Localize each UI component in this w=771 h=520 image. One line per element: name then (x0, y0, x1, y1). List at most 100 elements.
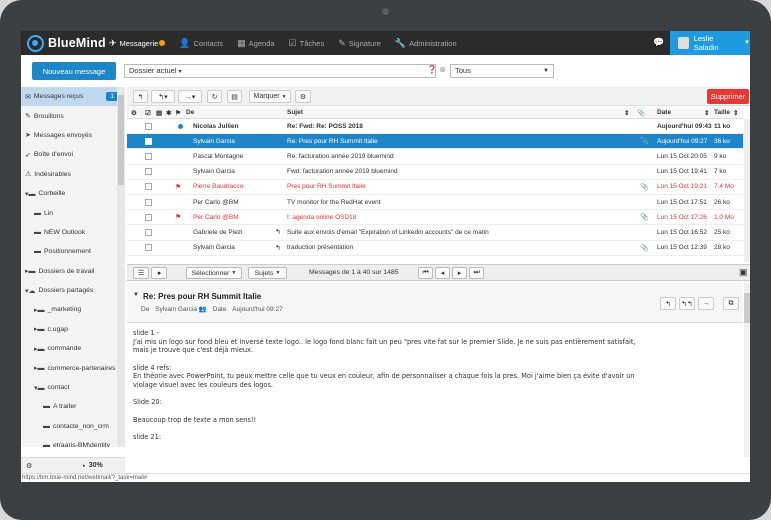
sidebar-item[interactable]: ➶Boîte d'envoi (21, 145, 124, 164)
column-from[interactable]: De (186, 109, 194, 116)
contact-add-icon[interactable]: 👥 (199, 306, 207, 313)
nav-item-contacts[interactable]: 👤Contacts (179, 38, 223, 49)
sidebar-item[interactable]: ▬A traiter (21, 397, 124, 416)
table-row[interactable]: Gabriele de Piezi↰Suite aux envois d'ema… (127, 225, 743, 240)
sidebar-item[interactable]: ▸▬commande (21, 339, 124, 358)
row-checkbox[interactable] (145, 153, 152, 160)
nav-item-calendar[interactable]: ▦Agenda (237, 38, 274, 49)
from-value[interactable]: Sylvain Garcia (155, 306, 197, 313)
row-subject: TV monitor for the RedHat event (287, 199, 381, 206)
reply-all-button[interactable]: ↰▾ (151, 90, 175, 103)
sidebar-item[interactable]: ➤Messages envoyés (21, 126, 124, 145)
open-button[interactable]: ⧉ (723, 297, 739, 310)
row-checkbox[interactable] (145, 168, 152, 175)
table-row[interactable]: Sylvain GarciaRe: Pres pour RH Summit It… (127, 134, 743, 149)
nav-item-pen[interactable]: ✎Signature (338, 38, 381, 49)
refresh-button[interactable]: ↻ (207, 90, 222, 103)
sidebar-scrollbar[interactable] (117, 87, 125, 447)
user-menu[interactable]: Leslie Saladin ▼ (670, 31, 750, 55)
unread-dot-icon[interactable] (178, 124, 183, 129)
collapse-preview-icon[interactable]: ▣ (739, 267, 748, 278)
preview-scrollbar[interactable] (744, 283, 750, 457)
sidebar-item[interactable]: ⚠Indésirables (21, 165, 124, 184)
filter-select[interactable]: Tous ▼ (450, 64, 554, 78)
sidebar-item[interactable]: ▸▬Dossiers de travail (21, 262, 124, 281)
select-all-icon[interactable]: ☑ (145, 109, 151, 117)
reply-button[interactable]: ↰ (133, 90, 148, 103)
table-row[interactable]: Per Carlo @BMTV monitor for the RedHat e… (127, 195, 743, 210)
select-button[interactable]: Sélectionner▼ (186, 267, 242, 279)
scrollbar-thumb[interactable] (118, 95, 124, 185)
mark-button[interactable]: Marquer ▼ (249, 90, 291, 103)
sidebar-item[interactable]: ▸▬c.ugap (21, 320, 124, 339)
chat-icon[interactable]: 💬 (653, 37, 664, 48)
chevron-down-icon[interactable]: ▼ (133, 292, 139, 298)
clear-icon[interactable]: ⊗ (439, 65, 446, 74)
last-page-button[interactable]: ⏭ (469, 267, 484, 279)
sidebar-item[interactable]: ▬Lin (21, 203, 124, 222)
nav-item-send[interactable]: ✈Messagerie (109, 38, 165, 49)
reply-all-button[interactable]: ↰↰ (679, 297, 695, 310)
next-page-button[interactable]: ▸ (452, 267, 467, 279)
prev-page-button[interactable]: ◂ (435, 267, 450, 279)
help-icon[interactable]: ❓ (427, 65, 437, 74)
list-view-button[interactable]: ☰ (133, 267, 149, 279)
app-logo[interactable]: BlueMind (27, 34, 106, 52)
message-list-scrollbar[interactable] (744, 119, 750, 262)
table-row[interactable]: ⚑Pierre BaudraccoPres pour RH Summit Ita… (127, 180, 743, 195)
first-page-button[interactable]: ⏮ (418, 267, 433, 279)
sidebar-item[interactable]: ▾▬contact (21, 378, 124, 397)
table-row[interactable]: Sylvain GarciaFwd: facturation année 201… (127, 165, 743, 180)
table-row[interactable]: Sylvain Garcia↰traduction présentation📎L… (127, 241, 743, 256)
column-subject[interactable]: Sujet (287, 109, 303, 116)
forward-icon: → (703, 300, 710, 307)
thread-view-button[interactable]: ● (151, 267, 167, 279)
column-size[interactable]: Taille (714, 109, 730, 116)
sidebar-item[interactable]: ▸▬commerce-partenaires (21, 358, 124, 377)
row-size: 36 ko (714, 138, 730, 145)
table-row[interactable]: Pascal MontagneRe: facturation année 201… (127, 149, 743, 164)
more-actions-button[interactable]: ⚙ (295, 90, 311, 103)
sidebar-item[interactable]: ▬Positionnement (21, 242, 124, 261)
reply-button[interactable]: ↰ (660, 297, 676, 310)
sidebar-item[interactable]: ✉Messages reçus1 (21, 87, 124, 106)
row-from: Sylvain Garcia (193, 244, 235, 251)
nav-item-tasks[interactable]: ☑Tâches (289, 38, 325, 49)
sidebar-item[interactable]: ▬NEW Outlook (21, 223, 124, 242)
chevron-down-icon: ▼ (231, 270, 236, 276)
mark-label: Marquer (253, 93, 279, 100)
sidebar-item[interactable]: ▬etraaris-BM\dentity (21, 436, 124, 447)
sidebar-item[interactable]: ▬contacte_non_crm (21, 417, 124, 436)
preview-paragraph: Slide 20: (133, 398, 733, 407)
delete-button[interactable]: Supprimer (707, 89, 749, 104)
row-checkbox[interactable] (145, 199, 152, 206)
table-row[interactable]: Nicolas JullienRe: Fwd: Re: POSS 2018Auj… (127, 119, 743, 134)
scrollbar-thumb[interactable] (744, 293, 750, 323)
sidebar-item-label: Brouillons (34, 113, 64, 120)
table-row[interactable]: ⚑Per Carlo @BMI: agenda online OSD18📎Lun… (127, 210, 743, 225)
row-checkbox[interactable] (145, 183, 152, 190)
search-scope-select[interactable]: Dossier actuel ▾ (124, 64, 436, 78)
row-size: 11 ko (714, 123, 730, 130)
sidebar-item[interactable]: ✎Brouillons (21, 106, 124, 125)
flag-icon[interactable]: ⚑ (175, 183, 181, 191)
forward-button[interactable]: →▾ (178, 90, 202, 103)
row-checkbox[interactable] (145, 138, 152, 145)
new-message-button[interactable]: Nouveau message (32, 62, 116, 80)
column-options-icon[interactable]: ⚙ (131, 109, 137, 117)
settings-icon[interactable]: ⚙ (26, 462, 32, 470)
message-list: ⚙ ☑ ▤ ✱ ⚑ De Sujet ⇕ 📎 Date ⇕ Taille ⇕ N… (127, 107, 750, 262)
row-checkbox[interactable] (145, 214, 152, 221)
archive-button[interactable]: ▤ (227, 90, 242, 103)
sidebar-item[interactable]: ▸▬_marketing (21, 300, 124, 319)
nav-item-wrench[interactable]: 🔧Administration (395, 38, 457, 49)
threads-button[interactable]: Sujets▼ (248, 267, 287, 279)
row-checkbox[interactable] (145, 123, 152, 130)
row-checkbox[interactable] (145, 244, 152, 251)
sidebar-item[interactable]: ▾☁Dossiers partagés (21, 281, 124, 300)
flag-icon[interactable]: ⚑ (175, 213, 181, 221)
forward-button[interactable]: → (698, 297, 714, 310)
sidebar-item[interactable]: ▾▬Corbeille (21, 184, 124, 203)
row-checkbox[interactable] (145, 229, 152, 236)
column-date[interactable]: Date (657, 109, 671, 116)
